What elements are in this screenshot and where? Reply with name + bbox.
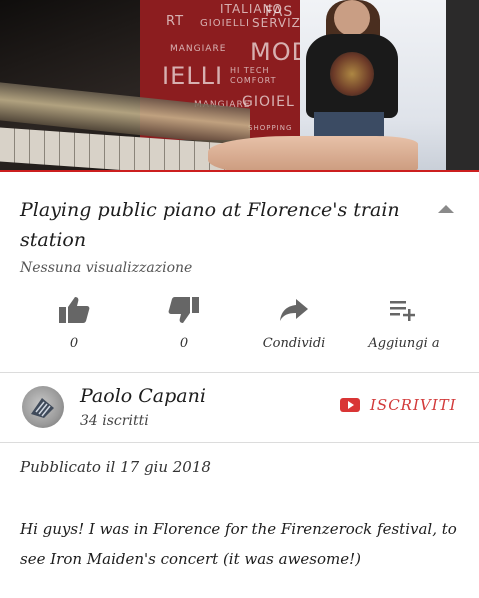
playlist-add-icon: [354, 292, 454, 328]
share-button[interactable]: Condividi: [244, 292, 344, 356]
share-label: Condividi: [262, 336, 326, 351]
like-button[interactable]: 0: [24, 292, 124, 356]
avatar-image: [31, 398, 54, 418]
channel-avatar[interactable]: [22, 386, 64, 428]
youtube-play-icon: [340, 398, 360, 412]
video-person-shirt-print: [330, 52, 374, 96]
share-icon: [244, 292, 344, 328]
subscribe-button[interactable]: ISCRIVITI: [340, 396, 457, 414]
thumbs-down-icon: [134, 292, 234, 328]
add-to-playlist-button[interactable]: Aggiungi a: [354, 292, 454, 356]
video-foreground: [446, 0, 479, 172]
dislike-count: 0: [179, 336, 189, 351]
video-progress-bar[interactable]: [0, 170, 479, 172]
video-description: Hi guys! I was in Florence for the Firen…: [20, 520, 457, 568]
add-label: Aggiungi a: [368, 336, 440, 351]
video-hand: [208, 136, 418, 172]
divider: [0, 372, 479, 373]
view-count: Nessuna visualizzazione: [20, 260, 193, 276]
like-count: 0: [69, 336, 79, 351]
thumbs-up-icon: [24, 292, 124, 328]
chevron-up-icon: [438, 205, 454, 213]
subscribe-label: ISCRIVITI: [370, 396, 457, 414]
video-person-head: [334, 0, 370, 36]
divider: [0, 442, 479, 443]
video-actions: 0 0 Condividi Aggiungi a: [0, 292, 479, 362]
subscriber-count: 34 iscritti: [80, 413, 149, 429]
video-title: Playing public piano at Florence's train…: [20, 199, 400, 251]
channel-name[interactable]: Paolo Capani: [80, 385, 206, 407]
dislike-button[interactable]: 0: [134, 292, 234, 356]
collapse-description-button[interactable]: [436, 202, 456, 216]
publish-date: Pubblicato il 17 giu 2018: [20, 458, 211, 476]
video-player[interactable]: ITALIANO RT GIOIELLI FAS SERVIZ MANGIARE…: [0, 0, 479, 172]
